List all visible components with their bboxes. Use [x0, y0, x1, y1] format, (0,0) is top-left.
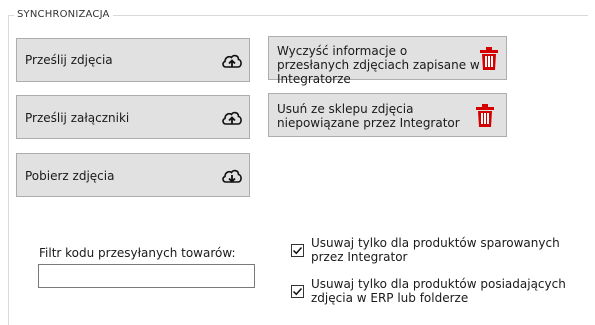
upload-photos-button[interactable]: Prześlij zdjęcia [16, 38, 250, 82]
checkmark-icon [292, 287, 303, 296]
option-paired-only-checkbox[interactable] [291, 244, 304, 257]
remove-unlinked-photos-button[interactable]: Usuń ze sklepu zdjęcia niepowiązane prze… [268, 93, 507, 137]
upload-attachments-button[interactable]: Prześlij załączniki [16, 95, 250, 139]
filter-code-input[interactable] [38, 264, 255, 288]
upload-attachments-label: Prześlij załączniki [25, 111, 130, 125]
upload-photos-label: Prześlij zdjęcia [25, 53, 113, 67]
trash-icon [479, 47, 499, 71]
trash-icon [475, 104, 495, 128]
download-photos-button[interactable]: Pobierz zdjęcia [16, 153, 250, 197]
cloud-download-icon [221, 167, 243, 185]
download-photos-label: Pobierz zdjęcia [25, 169, 115, 183]
option-with-photos-only-label: Usuwaj tylko dla produktów posiadających… [311, 277, 566, 305]
filter-code-label: Filtr kodu przesyłanych towarów: [39, 246, 236, 260]
remove-unlinked-photos-label: Usuń ze sklepu zdjęcia niepowiązane prze… [277, 102, 460, 130]
checkmark-icon [292, 246, 303, 255]
option-paired-only-label: Usuwaj tylko dla produktów sparowanych p… [311, 236, 560, 264]
option-with-photos-only-checkbox[interactable] [291, 285, 304, 298]
clear-photo-info-label: Wyczyść informacje o przesłanych zdjęcia… [277, 44, 480, 86]
clear-photo-info-button[interactable]: Wyczyść informacje o przesłanych zdjęcia… [268, 36, 507, 86]
sync-group-title: SYNCHRONIZACJA [14, 9, 113, 20]
cloud-upload-icon [221, 52, 243, 70]
cloud-upload-icon [221, 109, 243, 127]
